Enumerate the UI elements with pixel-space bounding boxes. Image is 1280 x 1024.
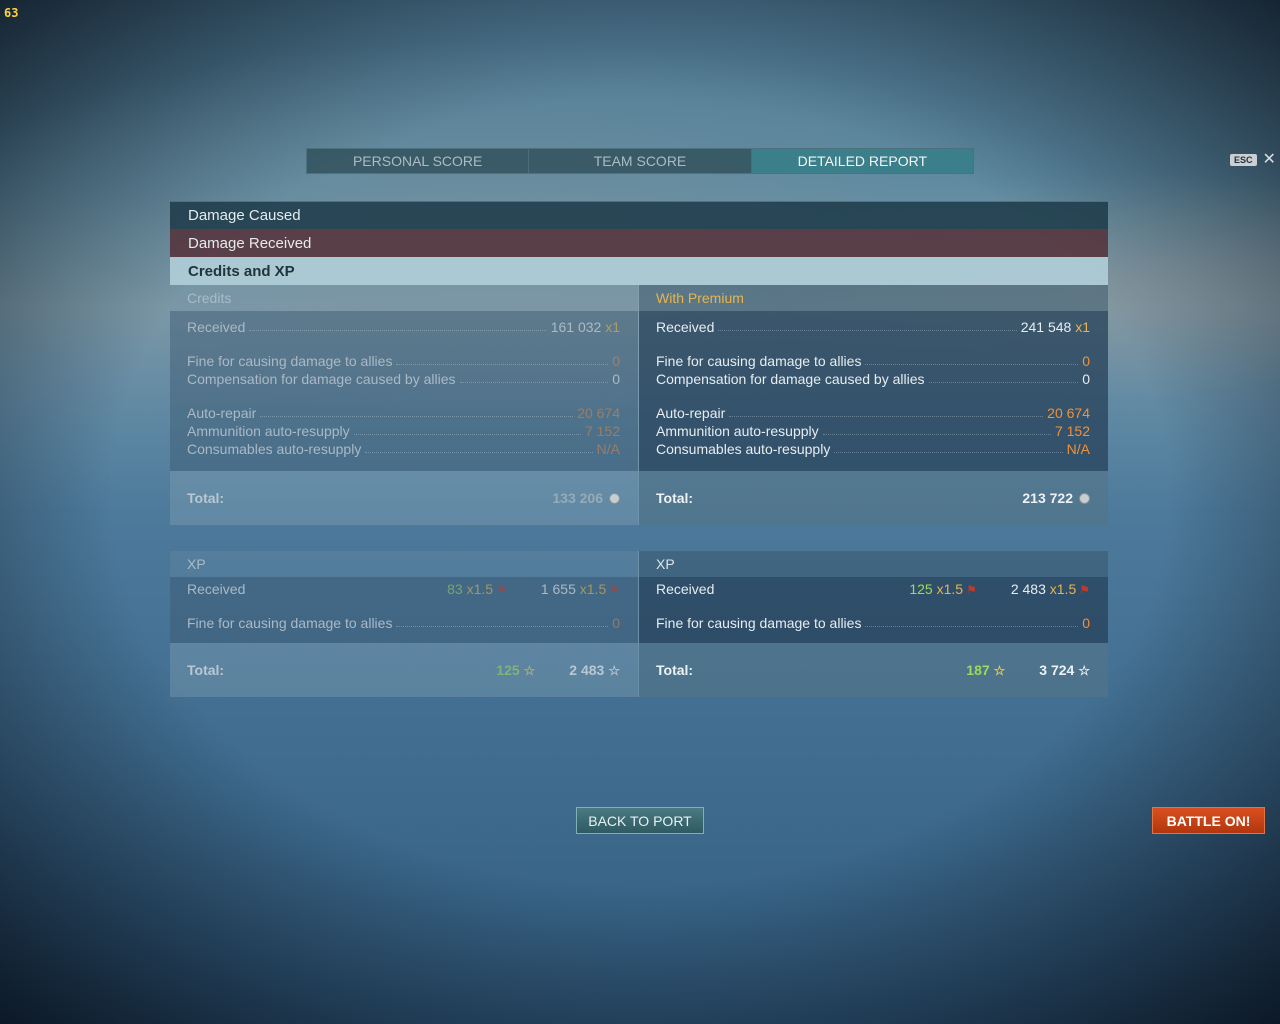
credits-total-row: Total: 133 206 (170, 471, 638, 525)
credits-fine-row: Fine for causing damage to allies 0 (187, 353, 620, 369)
tab-personal-score[interactable]: PERSONAL SCORE (307, 149, 530, 173)
section-damage-caused[interactable]: Damage Caused (170, 201, 1108, 229)
tab-team-score[interactable]: TEAM SCORE (529, 149, 752, 173)
flag-icon: ⚑ (1079, 583, 1090, 597)
premium-fine-row: Fine for causing damage to allies 0 (656, 353, 1090, 369)
esc-key-hint: ESC (1230, 154, 1257, 166)
flag-icon: ⚑ (496, 583, 507, 597)
credits-heading: Credits (187, 290, 232, 306)
credits-coin-icon (609, 492, 620, 504)
credits-compensation-row: Compensation for damage caused by allies… (187, 371, 620, 387)
premium-heading: With Premium (656, 290, 744, 306)
star-icon: ☆ (523, 662, 536, 678)
xp-premium-fine-row: Fine for causing damage to allies 0 (656, 615, 1090, 631)
xp-fine-row: Fine for causing damage to allies 0 (187, 615, 620, 631)
credits-coin-icon (1079, 492, 1090, 504)
xp-table: XP Received 83 x1.5 ⚑ 1 655 x1.5 ⚑ Fine fo… (170, 551, 1108, 697)
close-control[interactable]: ESC ✕ (1230, 152, 1276, 168)
section-damage-received[interactable]: Damage Received (170, 229, 1108, 257)
xp-heading: XP (187, 556, 206, 572)
star-icon: ☆ (993, 662, 1006, 678)
result-tabs: PERSONAL SCORE TEAM SCORE DETAILED REPOR… (306, 148, 974, 174)
premium-ammo-row: Ammunition auto-resupply 7 152 (656, 423, 1090, 439)
xp-premium-heading: XP (656, 556, 675, 572)
premium-compensation-row: Compensation for damage caused by allies… (656, 371, 1090, 387)
tab-detailed-report[interactable]: DETAILED REPORT (751, 149, 973, 173)
premium-consumables-row: Consumables auto-resupply N/A (656, 441, 1090, 457)
flag-icon: ⚑ (609, 583, 620, 597)
xp-premium-received-row: Received 125 x1.5 ⚑ 2 483 x1.5 ⚑ (656, 581, 1090, 597)
premium-total-row: Total: 213 722 (639, 471, 1108, 525)
xp-received-row: Received 83 x1.5 ⚑ 1 655 x1.5 ⚑ (187, 581, 620, 597)
premium-received-row: Received 241 548 x1 (656, 319, 1090, 335)
credits-consumables-row: Consumables auto-resupply N/A (187, 441, 620, 457)
xp-total-row: Total: 125 ☆ 2 483 ☆ (170, 643, 638, 697)
xp-premium-total-row: Total: 187 ☆ 3 724 ☆ (639, 643, 1108, 697)
xp-premium-column: XP Received 125 x1.5 ⚑ 2 483 x1.5 ⚑ Fine f… (639, 551, 1108, 697)
star-icon: ☆ (1078, 662, 1090, 678)
report-panel: Damage Caused Damage Received Credits an… (170, 201, 1108, 525)
fps-counter: 63 (4, 6, 19, 20)
credits-base-column: Credits Received 161 032 x1 Fine for cau… (170, 285, 639, 525)
close-icon[interactable]: ✕ (1263, 152, 1276, 168)
xp-base-column: XP Received 83 x1.5 ⚑ 1 655 x1.5 ⚑ Fine fo… (170, 551, 639, 697)
section-credits-and-xp[interactable]: Credits and XP (170, 257, 1108, 285)
flag-icon: ⚑ (966, 583, 977, 597)
credits-table: Credits Received 161 032 x1 Fine for cau… (170, 285, 1108, 525)
back-to-port-button[interactable]: BACK TO PORT (576, 807, 704, 834)
credits-premium-column: With Premium Received 241 548 x1 Fine fo… (639, 285, 1108, 525)
star-icon: ☆ (608, 662, 620, 678)
credits-ammo-row: Ammunition auto-resupply 7 152 (187, 423, 620, 439)
battle-on-button[interactable]: BATTLE ON! (1152, 807, 1265, 834)
credits-autorepair-row: Auto-repair 20 674 (187, 405, 620, 421)
premium-autorepair-row: Auto-repair 20 674 (656, 405, 1090, 421)
credits-received-row: Received 161 032 x1 (187, 319, 620, 335)
